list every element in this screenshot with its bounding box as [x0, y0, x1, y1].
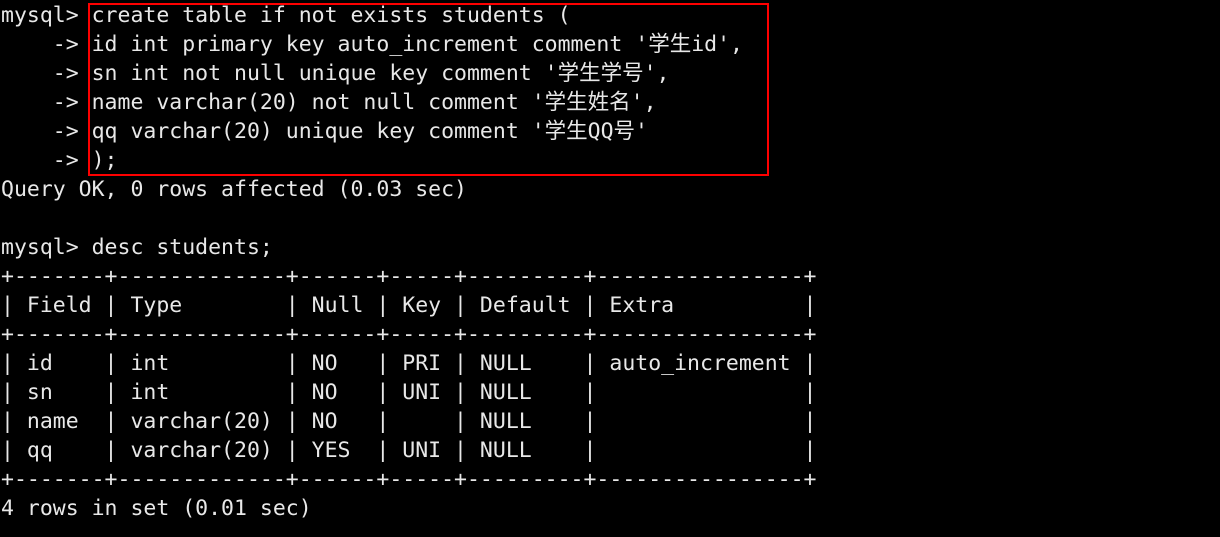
table-row: | sn | int | NO | UNI | NULL | |	[1, 380, 817, 405]
terminal-line-desc-command: mysql> desc students;	[1, 235, 273, 260]
terminal-window[interactable]: mysql> create table if not exists studen…	[0, 0, 1220, 537]
terminal-line-create-3: -> sn int not null unique key comment '学…	[1, 61, 670, 86]
terminal-line-create-2: -> id int primary key auto_increment com…	[1, 32, 743, 57]
table-separator-top: +-------+-------------+------+-----+----…	[1, 264, 817, 289]
table-header-row: | Field | Type | Null | Key | Default | …	[1, 293, 817, 318]
terminal-line-create-6: -> );	[1, 148, 118, 173]
table-row: | id | int | NO | PRI | NULL | auto_incr…	[1, 351, 817, 376]
terminal-line-create-4: -> name varchar(20) not null comment '学生…	[1, 90, 657, 115]
terminal-line-create-1: mysql> create table if not exists studen…	[1, 3, 571, 28]
table-separator-header: +-------+-------------+------+-----+----…	[1, 322, 817, 347]
terminal-line-query-ok: Query OK, 0 rows affected (0.03 sec)	[1, 177, 467, 202]
table-row-count-footer: 4 rows in set (0.01 sec)	[1, 496, 312, 521]
terminal-line-create-5: -> qq varchar(20) unique key comment '学生…	[1, 119, 648, 144]
table-separator-bottom: +-------+-------------+------+-----+----…	[1, 467, 817, 492]
table-row: | name | varchar(20) | NO | | NULL | |	[1, 409, 817, 434]
terminal-screen: mysql> create table if not exists studen…	[0, 0, 1220, 523]
table-row: | qq | varchar(20) | YES | UNI | NULL | …	[1, 438, 817, 463]
